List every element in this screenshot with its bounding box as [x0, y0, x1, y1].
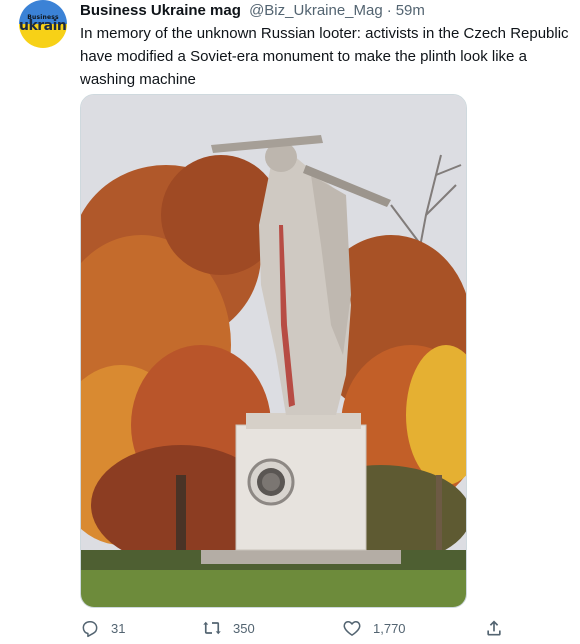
- reply-icon: [82, 621, 98, 638]
- tweet-timestamp[interactable]: 59m: [396, 2, 425, 19]
- share-button[interactable]: [484, 616, 504, 640]
- reply-button[interactable]: 31: [80, 616, 125, 640]
- retweet-button[interactable]: 350: [202, 616, 255, 640]
- like-button[interactable]: 1,770: [342, 616, 406, 640]
- tweet-actions: 31 350 1,770: [80, 616, 580, 640]
- monument-photo-icon: [81, 95, 466, 607]
- separator-dot: ·: [386, 2, 392, 19]
- heart-icon: [343, 621, 361, 636]
- avatar-logo-text: ukraine: [19, 18, 67, 34]
- tweet[interactable]: Business ukraine Business Ukraine mag @B…: [0, 0, 580, 644]
- tweet-header: Business Ukraine mag @Biz_Ukraine_Mag · 59…: [80, 2, 425, 19]
- author-name[interactable]: Business Ukraine mag: [80, 2, 241, 19]
- reply-count: 31: [111, 620, 126, 636]
- retweet-count: 350: [233, 620, 255, 636]
- like-count: 1,770: [373, 620, 406, 636]
- share-icon: [487, 620, 501, 636]
- tweet-photo[interactable]: [80, 94, 467, 608]
- author-handle[interactable]: @Biz_Ukraine_Mag: [249, 2, 383, 19]
- retweet-icon: [203, 621, 221, 635]
- avatar[interactable]: Business ukraine: [19, 0, 67, 48]
- tweet-text: In memory of the unknown Russian looter:…: [80, 25, 569, 88]
